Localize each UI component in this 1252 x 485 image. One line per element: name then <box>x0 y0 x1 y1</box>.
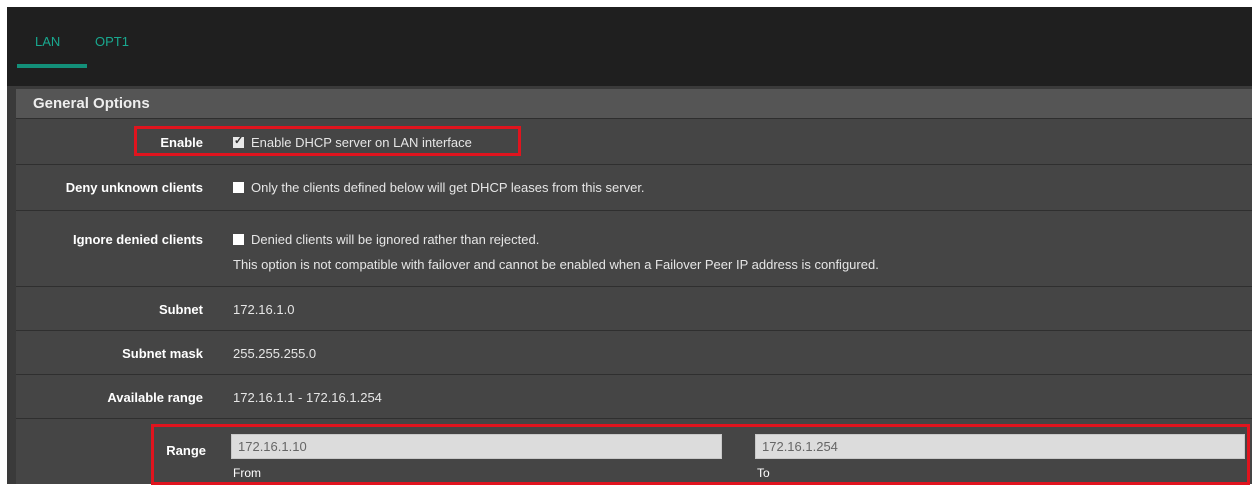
enable-row: Enable Enable DHCP server on LAN interfa… <box>16 119 1252 165</box>
deny-unknown-checkbox-group[interactable]: Only the clients defined below will get … <box>233 180 645 195</box>
subnet-mask-row: Subnet mask 255.255.255.0 <box>16 331 1252 375</box>
deny-unknown-label: Deny unknown clients <box>65 180 203 195</box>
subnet-mask-value: 255.255.255.0 <box>233 346 317 361</box>
range-row: Range 172.16.1.10 From 172.16.1.254 To <box>16 419 1252 485</box>
panel-header: General Options <box>16 89 1252 119</box>
enable-highlight-box <box>134 126 521 156</box>
panel-title: General Options <box>33 95 150 112</box>
deny-unknown-checkbox[interactable] <box>233 182 244 193</box>
available-range-row: Available range 172.16.1.1 - 172.16.1.25… <box>16 375 1252 419</box>
dhcp-server-page: LAN OPT1 General Options Enable Enable D… <box>7 7 1252 485</box>
ignore-denied-label: Ignore denied clients <box>72 232 203 247</box>
range-highlight-box <box>151 424 1250 485</box>
deny-unknown-row: Deny unknown clients Only the clients de… <box>16 165 1252 211</box>
tab-lan[interactable]: LAN <box>35 34 60 49</box>
ignore-denied-checkbox-group[interactable]: Denied clients will be ignored rather th… <box>233 232 539 247</box>
active-tab-indicator <box>17 64 87 68</box>
subnet-row: Subnet 172.16.1.0 <box>16 287 1252 331</box>
tab-opt1[interactable]: OPT1 <box>95 34 129 49</box>
general-options-panel: General Options Enable Enable DHCP serve… <box>16 89 1252 485</box>
ignore-denied-text: Denied clients will be ignored rather th… <box>251 232 540 247</box>
subnet-label: Subnet <box>158 302 203 317</box>
interface-tabbar: LAN OPT1 <box>7 7 1252 86</box>
deny-unknown-text: Only the clients defined below will get … <box>251 180 645 195</box>
subnet-value: 172.16.1.0 <box>233 302 295 317</box>
ignore-denied-row: Ignore denied clients Denied clients wil… <box>16 211 1252 287</box>
ignore-denied-note: This option is not compatible with failo… <box>233 257 879 272</box>
available-range-value: 172.16.1.1 - 172.16.1.254 <box>233 390 382 405</box>
ignore-denied-checkbox[interactable] <box>233 234 244 245</box>
available-range-label: Available range <box>107 390 203 405</box>
subnet-mask-label: Subnet mask <box>122 346 203 361</box>
